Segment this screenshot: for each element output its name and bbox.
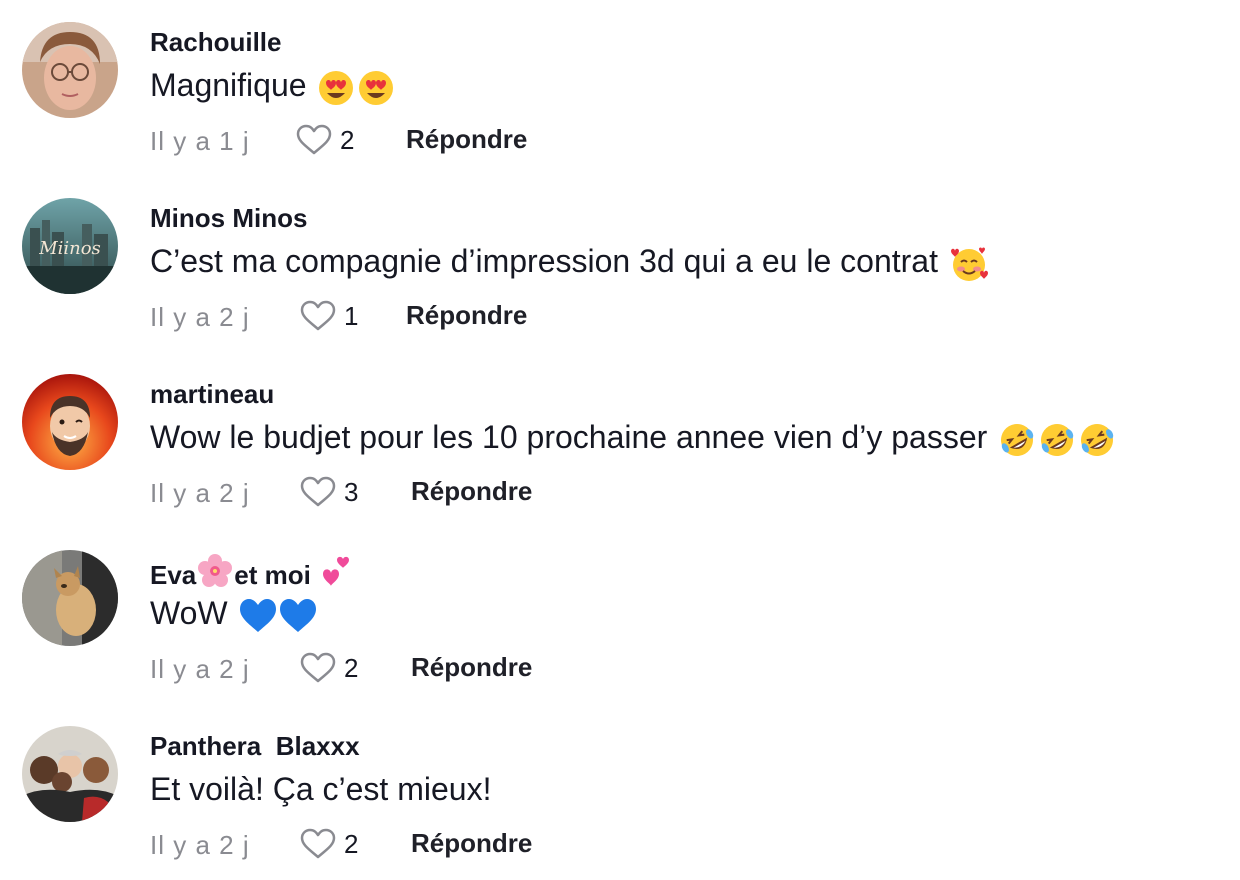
comment-timestamp: Il y a 2 j	[150, 302, 250, 332]
comment-username[interactable]: martineau	[150, 378, 274, 410]
like-button[interactable]: 1	[300, 296, 358, 336]
heart-outline-icon	[300, 300, 336, 331]
comment-text: Magnifique	[150, 64, 395, 107]
like-count: 3	[344, 476, 359, 507]
blue-heart-emoji	[279, 597, 317, 635]
comment-item: Rachouille Magnifique Il y a 1 j 2 Répon…	[0, 0, 1240, 176]
comment-list: Rachouille Magnifique Il y a 1 j 2 Répon…	[0, 0, 1240, 876]
heart-outline-icon	[300, 476, 336, 507]
like-button[interactable]: 2	[300, 648, 358, 688]
smiling-face-with-heart-eyes-emoji	[317, 69, 355, 107]
comment-username[interactable]: Minos Minos	[150, 202, 307, 234]
comment-meta: Il y a 2 j 2 Répondre	[150, 646, 750, 690]
comment-username[interactable]: Rachouille	[150, 26, 281, 58]
blue-heart-emoji	[239, 597, 277, 635]
comment-username[interactable]: Eva et moi	[150, 554, 353, 595]
comment-timestamp: Il y a 2 j	[150, 478, 250, 508]
username-part: et moi	[234, 559, 311, 590]
heart-outline-icon	[296, 124, 332, 155]
reply-button[interactable]: Répondre	[406, 124, 527, 155]
comment-meta: Il y a 2 j 2 Répondre	[150, 822, 750, 866]
reply-button[interactable]: Répondre	[411, 476, 532, 507]
comment-item: Panthera Blaxxx Et voilà! Ça c’est mieux…	[0, 704, 1240, 880]
heart-outline-icon	[300, 652, 336, 683]
rolling-on-the-floor-laughing-emoji	[1038, 421, 1076, 459]
smiling-face-with-heart-eyes-emoji	[357, 69, 395, 107]
smiling-face-with-hearts-emoji	[949, 245, 989, 283]
reply-button[interactable]: Répondre	[411, 828, 532, 859]
like-count: 2	[344, 652, 359, 683]
avatar[interactable]: Miinos	[22, 198, 118, 294]
comment-username[interactable]: Panthera Blaxxx	[150, 730, 360, 762]
comment-timestamp: Il y a 1 j	[150, 126, 250, 156]
comment-item: Miinos Minos Minos C’est ma compagnie d’…	[0, 176, 1240, 352]
avatar[interactable]	[22, 22, 118, 118]
comment-text-content: Et voilà! Ça c’est mieux!	[150, 771, 492, 807]
comment-text-content: Magnifique	[150, 67, 307, 103]
like-button[interactable]: 2	[296, 120, 354, 160]
comment-text: Wow le budjet pour les 10 prochaine anne…	[150, 416, 1116, 459]
avatar[interactable]	[22, 374, 118, 470]
avatar[interactable]	[22, 550, 118, 646]
comment-text: Et voilà! Ça c’est mieux!	[150, 768, 491, 810]
avatar[interactable]	[22, 726, 118, 822]
like-count: 1	[344, 300, 359, 331]
like-button[interactable]: 2	[300, 824, 358, 864]
reply-button[interactable]: Répondre	[411, 652, 532, 683]
rolling-on-the-floor-laughing-emoji	[1078, 421, 1116, 459]
comment-meta: Il y a 2 j 1 Répondre	[150, 294, 750, 338]
comment-text-content: WoW	[150, 595, 228, 631]
comment-meta: Il y a 1 j 2 Répondre	[150, 118, 750, 162]
comment-timestamp: Il y a 2 j	[150, 830, 250, 860]
username-part: Eva	[150, 559, 197, 590]
reply-button[interactable]: Répondre	[406, 300, 527, 331]
rolling-on-the-floor-laughing-emoji	[998, 421, 1036, 459]
comment-text: C’est ma compagnie d’impression 3d qui a…	[150, 240, 989, 283]
comment-meta: Il y a 2 j 3 Répondre	[150, 470, 750, 514]
like-count: 2	[340, 124, 355, 155]
like-count: 2	[344, 828, 359, 859]
two-hearts-emoji	[319, 554, 353, 595]
comment-timestamp: Il y a 2 j	[150, 654, 250, 684]
like-button[interactable]: 3	[300, 472, 358, 512]
comment-item: Eva et moi WoW Il y a 2 j 2 Répondre	[0, 528, 1240, 704]
heart-outline-icon	[300, 828, 336, 859]
comment-text-content: Wow le budjet pour les 10 prochaine anne…	[150, 419, 988, 455]
cherry-blossom-emoji	[198, 554, 233, 595]
comment-item: martineau Wow le budjet pour les 10 proc…	[0, 352, 1240, 528]
avatar-logo-text: Miinos	[38, 238, 101, 259]
comment-text: WoW	[150, 592, 317, 635]
comment-text-content: C’est ma compagnie d’impression 3d qui a…	[150, 243, 938, 279]
